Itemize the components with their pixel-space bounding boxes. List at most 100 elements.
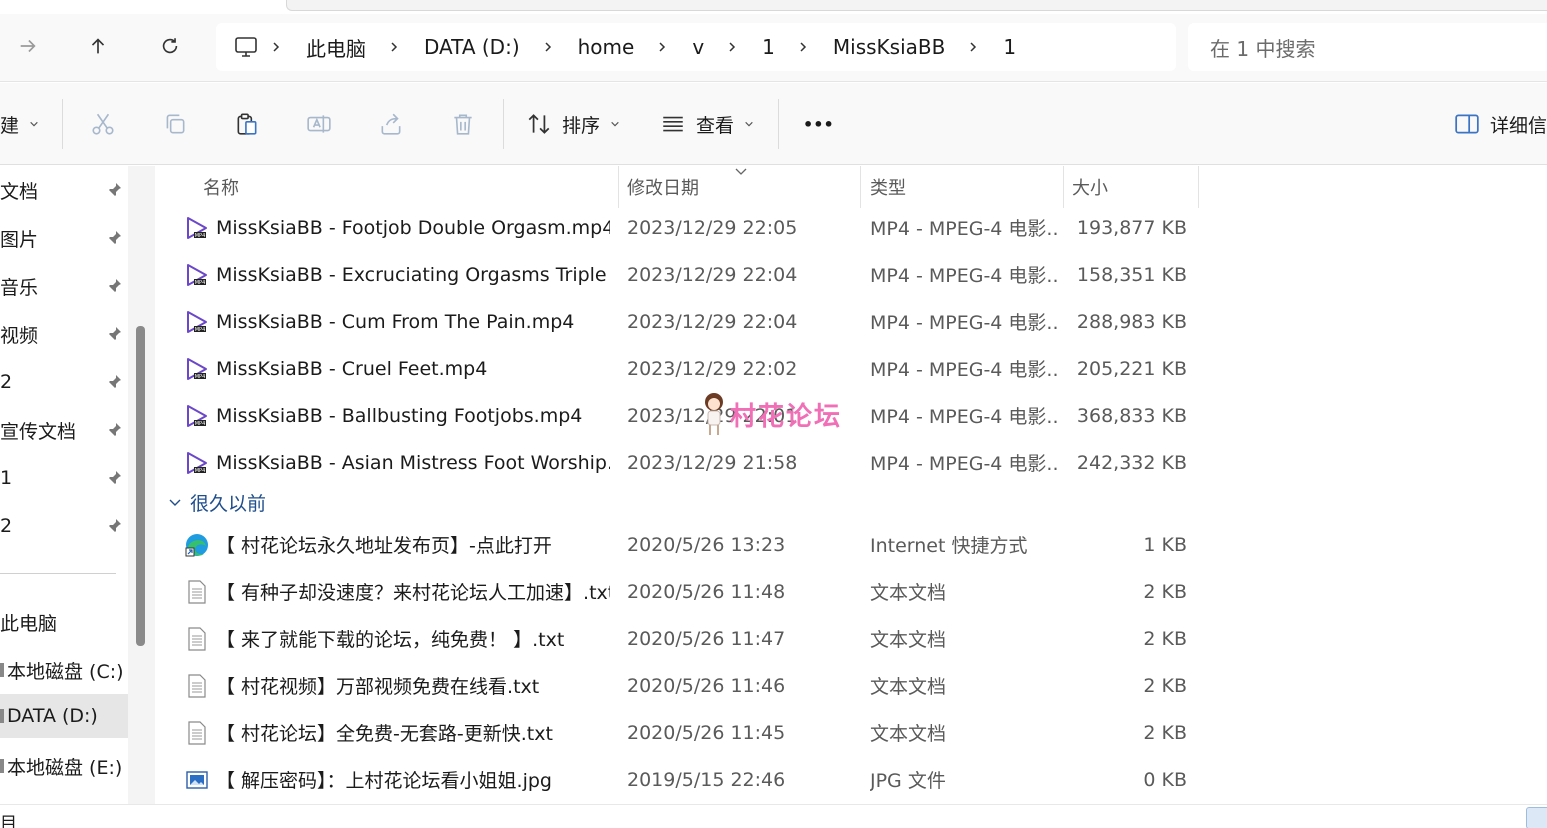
sidebar-scrollbar[interactable] (128, 166, 155, 804)
new-button[interactable]: 建 (0, 105, 39, 143)
file-row[interactable]: MP4 MissKsiaBB - Excruciating Orgasms Tri… (156, 251, 1547, 298)
file-name-cell[interactable]: MP4 MissKsiaBB - Excruciating Orgasms Tri… (184, 251, 610, 298)
more-options-button[interactable]: ••• (803, 105, 834, 143)
file-name-cell[interactable]: 【 村花视频】万部视频免费在线看.txt (184, 662, 610, 709)
file-name: MissKsiaBB - Footjob Double Orgasm.mp4 (216, 216, 610, 239)
file-type: MP4 - MPEG-4 电影... (870, 359, 1060, 381)
column-header-name[interactable]: 名称 (203, 166, 239, 208)
breadcrumb-home[interactable]: home (578, 35, 635, 59)
sidebar-item-folder-2b[interactable]: 2 (0, 504, 128, 548)
sidebar-item-videos[interactable]: 视频 (0, 312, 128, 356)
sidebar-item-this-pc[interactable]: 此电脑 (0, 600, 128, 644)
file-size: 2 KB (1143, 674, 1187, 697)
text-file-icon (188, 720, 206, 745)
group-header-long-ago[interactable]: 很久以前 (168, 482, 266, 522)
file-name-cell[interactable]: MP4 MissKsiaBB - Cum From The Pain.mp4 (184, 298, 610, 345)
details-view-toggle[interactable] (1526, 807, 1547, 828)
cut-button[interactable] (90, 105, 116, 143)
pin-icon (108, 327, 121, 341)
chevron-down-icon (169, 499, 181, 506)
file-row[interactable]: 【 村花视频】万部视频免费在线看.txt 2020/5/26 11:46 文本文档 2… (156, 662, 1547, 709)
sidebar-item-drive-e[interactable]: 本地磁盘 (E:) (0, 744, 128, 788)
file-row[interactable]: MP4 MissKsiaBB - Cum From The Pain.mp4 202… (156, 298, 1547, 345)
video-icon: MP4 (187, 357, 207, 380)
share-icon (381, 113, 401, 135)
file-name-cell[interactable]: 【 村花论坛】全免费-无套路-更新快.txt (184, 709, 610, 756)
file-name-cell[interactable]: 【 解压密码】：上村花论坛看小姐姐.jpg (184, 756, 610, 803)
file-name-cell[interactable]: MP4 MissKsiaBB - Footjob Double Orgasm.mp… (184, 204, 610, 251)
file-date: 2023/12/29 22:04 (627, 310, 798, 333)
copy-button[interactable] (162, 105, 188, 143)
file-row[interactable]: 【 来了就能下载的论坛，纯免费！ 】.txt 2020/5/26 11:47 文本文… (156, 615, 1547, 662)
delete-button[interactable] (450, 105, 476, 143)
file-row[interactable]: 【 解压密码】：上村花论坛看小姐姐.jpg 2019/5/15 22:46 JPG … (156, 756, 1547, 803)
sidebar-item-folder-2[interactable]: 2 (0, 360, 128, 404)
pin-icon (108, 519, 121, 533)
address-bar[interactable]: 此电脑 DATA (D:) home v 1 MissKsiaBB 1 (216, 23, 1176, 71)
sidebar-item-folder-1[interactable]: 1 (0, 456, 128, 500)
text-file-icon (188, 673, 206, 698)
rename-button[interactable] (306, 105, 332, 143)
share-button[interactable] (378, 105, 404, 143)
scrollbar-thumb[interactable] (136, 326, 145, 646)
chevron-right-icon[interactable] (726, 40, 740, 54)
file-row[interactable]: MP4 MissKsiaBB - Footjob Double Orgasm.mp… (156, 204, 1547, 251)
breadcrumb-current-folder[interactable]: 1 (1003, 35, 1016, 59)
sidebar-item-music[interactable]: 音乐 (0, 264, 128, 308)
status-bar: 目 (0, 804, 1547, 828)
breadcrumb-this-pc[interactable]: 此电脑 (306, 33, 366, 62)
up-button[interactable] (78, 26, 118, 66)
file-type: MP4 - MPEG-4 电影... (870, 312, 1060, 334)
breadcrumb-1[interactable]: 1 (762, 35, 775, 59)
sidebar-item-promo-docs[interactable]: 宣传文档 (0, 408, 128, 452)
chevron-right-icon[interactable] (656, 40, 670, 54)
file-name-cell[interactable]: MP4 MissKsiaBB - Cruel Feet.mp4 (184, 345, 610, 392)
column-divider[interactable] (860, 166, 861, 208)
chevron-right-icon[interactable] (542, 40, 556, 54)
chevron-right-icon[interactable] (270, 40, 284, 54)
forward-button[interactable] (8, 26, 48, 66)
column-divider[interactable] (618, 166, 619, 208)
file-row[interactable]: 【 村花论坛永久地址发布页】-点此打开 2020/5/26 13:23 Intern… (156, 521, 1547, 568)
toolbar-divider (62, 99, 63, 149)
file-name-cell[interactable]: 【 有种子却没速度？来村花论坛人工加速】.txt (184, 568, 610, 615)
cartoon-girl-icon (705, 393, 723, 435)
view-button[interactable]: 查看 (660, 105, 754, 143)
file-row[interactable]: MP4 MissKsiaBB - Ballbusting Footjobs.mp4… (156, 392, 1547, 439)
paste-button[interactable] (234, 105, 260, 143)
sidebar-item-pictures[interactable]: 图片 (0, 216, 128, 260)
column-header-size[interactable]: 大小 (1072, 166, 1108, 208)
column-divider[interactable] (1198, 166, 1199, 208)
sort-button[interactable]: 排序 (526, 105, 620, 143)
breadcrumb-data-drive[interactable]: DATA (D:) (424, 35, 520, 59)
trash-icon (454, 114, 472, 135)
chevron-right-icon[interactable] (388, 40, 402, 54)
file-row[interactable]: MP4 MissKsiaBB - Asian Mistress Foot Wors… (156, 439, 1547, 486)
search-input[interactable]: 在 1 中搜索 (1188, 23, 1547, 71)
column-header-date[interactable]: 修改日期 (627, 166, 699, 208)
breadcrumb-missksiabb[interactable]: MissKsiaBB (833, 35, 945, 59)
file-name-cell[interactable]: MP4 MissKsiaBB - Asian Mistress Foot Wors… (184, 439, 610, 486)
sidebar-item-drive-d[interactable]: DATA (D:) (0, 694, 128, 738)
column-header-type[interactable]: 类型 (870, 166, 906, 208)
chevron-right-icon[interactable] (797, 40, 811, 54)
chevron-right-icon[interactable] (967, 40, 981, 54)
file-row[interactable]: 【 有种子却没速度？来村花论坛人工加速】.txt 2020/5/26 11:48 文… (156, 568, 1547, 615)
file-row[interactable]: 【 村花论坛】全免费-无套路-更新快.txt 2020/5/26 11:45 文本文… (156, 709, 1547, 756)
file-row[interactable]: MP4 MissKsiaBB - Cruel Feet.mp4 2023/12/29… (156, 345, 1547, 392)
sidebar-item-documents[interactable]: 文档 (0, 168, 128, 212)
refresh-button[interactable] (150, 26, 190, 66)
details-pane-button[interactable]: 详细信 (1454, 105, 1547, 143)
file-name-cell[interactable]: 【 来了就能下载的论坛，纯免费！ 】.txt (184, 615, 610, 662)
file-name-cell[interactable]: MP4 MissKsiaBB - Ballbusting Footjobs.mp4 (184, 392, 610, 439)
video-icon: MP4 (187, 451, 207, 474)
sidebar-item-drive-c[interactable]: 本地磁盘 (C:) (0, 648, 128, 692)
file-name-cell[interactable]: 【 村花论坛永久地址发布页】-点此打开 (184, 521, 610, 568)
breadcrumb-v[interactable]: v (692, 35, 704, 59)
column-divider[interactable] (1063, 166, 1064, 208)
file-type: MP4 - MPEG-4 电影... (870, 265, 1060, 287)
sidebar-item-label: 宣传文档 (0, 420, 77, 443)
file-name: MissKsiaBB - Asian Mistress Foot Worship… (216, 451, 610, 474)
tab-bar (286, 0, 1547, 11)
watermark: 村花论坛 (700, 390, 842, 438)
